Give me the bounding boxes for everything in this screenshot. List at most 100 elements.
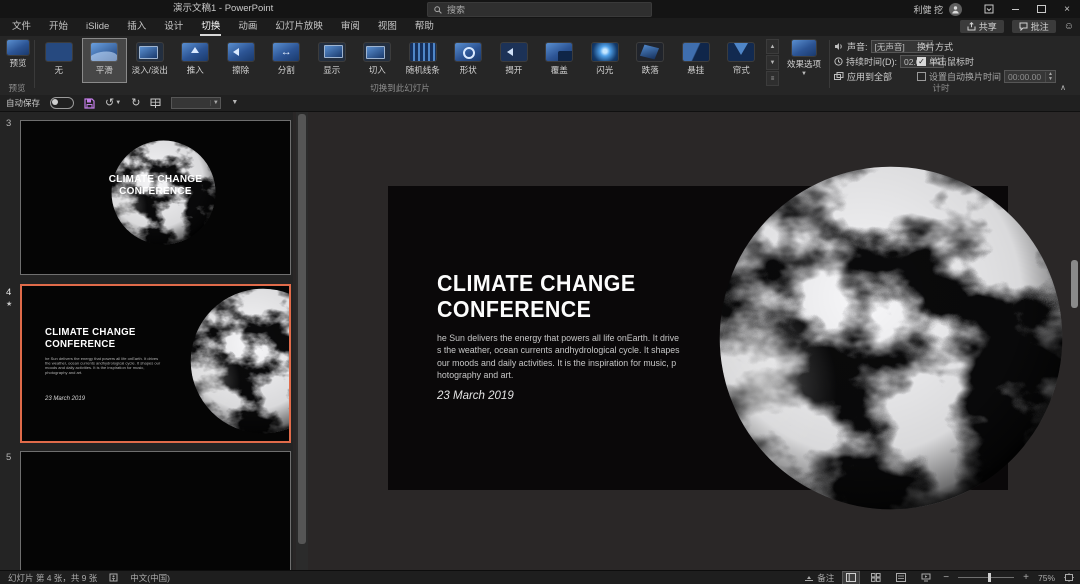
fit-to-window-icon[interactable] (1064, 573, 1074, 582)
transition-item[interactable]: 帘式 (719, 38, 765, 83)
transition-item[interactable]: 擦除 (218, 38, 264, 83)
ribbon-tab[interactable]: 开始 (40, 18, 77, 36)
start-slideshow-icon[interactable] (150, 98, 161, 109)
thumbnail-panel-scrollbar[interactable] (296, 112, 308, 570)
morph-icon (91, 43, 117, 61)
gallery-scroll-down-icon[interactable]: ▼ (766, 55, 779, 70)
accessibility-icon[interactable] (109, 573, 118, 582)
auto-advance-checkbox[interactable] (917, 72, 926, 81)
transition-item[interactable]: 淡入/淡出 (127, 38, 173, 83)
transition-item[interactable]: 覆盖 (537, 38, 583, 83)
transition-item[interactable]: 无 (36, 38, 82, 83)
ribbon-tab-bar: 文件 开始 iSlide 插入 设计 切换 动画 幻灯片放映 审阅 视图 帮助 (0, 18, 1080, 36)
user-name[interactable]: 利健 挖 (913, 3, 943, 16)
ribbon-tab-label: 帮助 (415, 21, 434, 32)
ribbon-tab[interactable]: 设计 (155, 18, 192, 36)
random-bars-icon (410, 43, 436, 61)
transition-label: 无 (54, 64, 63, 76)
language-indicator[interactable]: 中文(中国) (130, 572, 170, 584)
zoom-out-button[interactable]: − (943, 572, 949, 583)
ribbon-tab[interactable]: iSlide (77, 18, 118, 36)
ribbon-tab[interactable]: 文件 (3, 18, 40, 36)
thumbnail-date: 23 March 2019 (45, 396, 85, 402)
scrollbar-thumb[interactable] (298, 114, 306, 544)
redo-icon[interactable]: ↻ (131, 95, 140, 112)
transition-item[interactable]: 平滑 (82, 38, 128, 83)
slide-thumbnail-4-selected[interactable]: CLIMATE CHANGE CONFERENCE he Sun deliver… (20, 284, 291, 443)
search-input[interactable]: 搜索 (427, 2, 652, 17)
transition-item[interactable]: 随机线条 (400, 38, 446, 83)
ribbon-tab[interactable]: 切换 (192, 18, 229, 36)
transition-item[interactable]: 切入 (355, 38, 401, 83)
slide-sorter-view-button[interactable] (868, 572, 884, 584)
transition-label: 分割 (278, 64, 295, 76)
cut-icon (364, 43, 390, 61)
effect-options-button[interactable]: 效果选项 ▼ (781, 38, 827, 76)
autosave-toggle[interactable] (50, 97, 74, 109)
effect-options-label: 效果选项 (787, 58, 821, 70)
ribbon-tab-label: 动画 (238, 21, 257, 32)
share-label: 共享 (979, 20, 997, 33)
ribbon-tab[interactable]: 审阅 (332, 18, 369, 36)
customize-qat-icon[interactable]: ▼ (231, 101, 238, 105)
slide-counter[interactable]: 幻灯片 第 4 张，共 9 张 (8, 572, 97, 584)
earth-image[interactable] (718, 165, 1064, 511)
gallery-scroll-up-icon[interactable]: ▲ (766, 39, 779, 54)
zoom-in-button[interactable]: + (1023, 572, 1029, 583)
scrollbar-thumb[interactable] (1071, 260, 1078, 308)
share-button[interactable]: 共享 (960, 20, 1004, 33)
slide-thumbnail-3[interactable]: CLIMATE CHANGE CONFERENCE (20, 120, 291, 275)
save-icon[interactable] (84, 98, 95, 109)
spinner-arrows-icon[interactable]: ▲▼ (1045, 72, 1055, 82)
transition-label: 擦除 (232, 64, 249, 76)
reading-view-button[interactable] (893, 572, 909, 584)
canvas-scrollbar[interactable] (1071, 112, 1079, 570)
collapse-ribbon-icon[interactable]: ∧ (1060, 83, 1066, 92)
preview-button[interactable]: 预览 (3, 38, 33, 69)
transition-label: 平滑 (96, 64, 113, 76)
ribbon-tab-label: 幻灯片放映 (275, 21, 323, 32)
drape-icon (683, 43, 709, 61)
slide-body-text[interactable]: he Sun delivers the energy that powers a… (437, 332, 680, 381)
notes-icon (804, 574, 814, 582)
zoom-slider-thumb[interactable] (988, 573, 991, 582)
minimize-button[interactable] (1002, 0, 1028, 18)
transition-item[interactable]: 分割 (264, 38, 310, 83)
close-button[interactable]: × (1054, 0, 1080, 18)
transition-item[interactable]: 闪光 (582, 38, 628, 83)
qat-dropdown[interactable]: ▼ (171, 97, 221, 109)
transition-label: 随机线条 (406, 64, 440, 76)
zoom-level[interactable]: 75% (1038, 573, 1055, 583)
split-icon (273, 43, 299, 61)
ribbon-tab[interactable]: 插入 (118, 18, 155, 36)
restore-button[interactable] (1028, 0, 1054, 18)
slide-title[interactable]: CLIMATE CHANGE CONFERENCE (437, 270, 636, 322)
transition-item[interactable]: 推入 (173, 38, 219, 83)
ribbon-display-options-button[interactable] (976, 0, 1002, 18)
ribbon-tab[interactable]: 视图 (369, 18, 406, 36)
transition-item[interactable]: 揭开 (491, 38, 537, 83)
normal-view-button[interactable] (843, 572, 859, 584)
slide-thumbnail-5[interactable] (20, 451, 291, 570)
avatar[interactable] (949, 3, 962, 16)
transition-item[interactable]: 悬挂 (673, 38, 719, 83)
notes-button[interactable]: 备注 (804, 572, 834, 584)
transition-item[interactable]: 显示 (309, 38, 355, 83)
slide-date[interactable]: 23 March 2019 (437, 390, 514, 402)
slideshow-view-button[interactable] (918, 572, 934, 584)
zoom-slider[interactable] (958, 577, 1014, 578)
ribbon-tab[interactable]: 幻灯片放映 (266, 18, 332, 36)
ribbon-tab[interactable]: 帮助 (406, 18, 443, 36)
gallery-expand-icon[interactable]: ≡ (766, 71, 779, 86)
transition-item[interactable]: 形状 (446, 38, 492, 83)
undo-icon[interactable]: ↺ (105, 95, 114, 112)
on-mouse-click-checkbox[interactable]: 单击鼠标时 (917, 55, 974, 68)
title-bar: 演示文稿1 - PowerPoint 搜索 利健 挖 × (0, 0, 1080, 18)
chevron-down-icon: ▼ (115, 101, 121, 105)
feedback-smiley-icon[interactable]: ☺ (1064, 20, 1074, 33)
comments-button[interactable]: 批注 (1012, 20, 1056, 33)
ribbon-tab[interactable]: 动画 (229, 18, 266, 36)
slide-body-line: hotography and art. (437, 369, 680, 381)
transition-item[interactable]: 跌落 (628, 38, 674, 83)
preview-group-label: 预览 (0, 82, 34, 94)
